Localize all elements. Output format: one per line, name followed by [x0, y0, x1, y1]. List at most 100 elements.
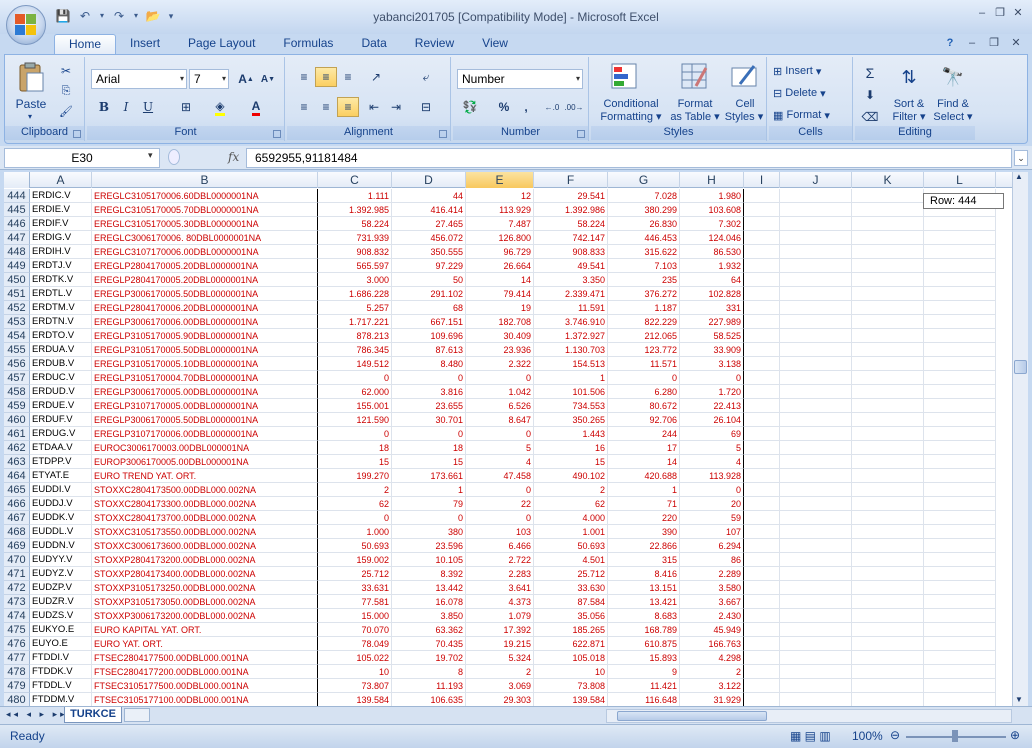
cell-f[interactable]: 1 — [534, 371, 608, 385]
cell-d[interactable]: 70.435 — [392, 637, 466, 651]
cell-c[interactable]: 18 — [318, 441, 392, 455]
cell-b[interactable]: STOXXP2804173400.00DBL000.002NA — [92, 567, 318, 581]
cell-a[interactable]: ERDUD.V — [30, 385, 92, 399]
cell-c[interactable]: 1.111 — [318, 189, 392, 203]
row-header[interactable]: 450 — [4, 273, 30, 287]
cell-k[interactable] — [852, 693, 924, 706]
cell-h[interactable]: 33.909 — [680, 343, 744, 357]
office-button[interactable] — [6, 5, 46, 45]
row-header[interactable]: 473 — [4, 595, 30, 609]
cell-a[interactable]: ERDIC.V — [30, 189, 92, 203]
cell-i[interactable] — [744, 469, 780, 483]
cell-i[interactable] — [744, 665, 780, 679]
cell-e[interactable]: 103 — [466, 525, 534, 539]
cell-f[interactable]: 25.712 — [534, 567, 608, 581]
cell-e[interactable]: 2.322 — [466, 357, 534, 371]
cell-g[interactable]: 244 — [608, 427, 680, 441]
font-name-box[interactable]: Arial ▾ — [91, 69, 187, 89]
cell-h[interactable]: 3.122 — [680, 679, 744, 693]
cell-l[interactable] — [924, 679, 996, 693]
cell-f[interactable]: 185.265 — [534, 623, 608, 637]
cell-g[interactable]: 315.622 — [608, 245, 680, 259]
borders-icon[interactable]: ⊞ — [175, 97, 197, 117]
cell-d[interactable]: 1 — [392, 483, 466, 497]
row-header[interactable]: 471 — [4, 567, 30, 581]
column-header-f[interactable]: F — [534, 172, 608, 188]
cell-e[interactable]: 1.042 — [466, 385, 534, 399]
cell-g[interactable]: 11.421 — [608, 679, 680, 693]
cell-b[interactable]: EREGLP3006170005.50DBL0000001NA — [92, 287, 318, 301]
comma-button[interactable]: , — [515, 97, 537, 117]
cell-a[interactable]: ERDIE.V — [30, 203, 92, 217]
cell-g[interactable]: 0 — [608, 371, 680, 385]
cell-d[interactable]: 456.072 — [392, 231, 466, 245]
cell-e[interactable]: 4.373 — [466, 595, 534, 609]
cell-b[interactable]: FTSEC3105177500.00DBL000.001NA — [92, 679, 318, 693]
cell-i[interactable] — [744, 189, 780, 203]
worksheet-grid[interactable]: ABCDEFGHIJKL 444 ERDIC.V EREGLC3105170006.… — [4, 172, 1012, 706]
cell-h[interactable]: 0 — [680, 483, 744, 497]
row-header[interactable]: 478 — [4, 665, 30, 679]
cell-j[interactable] — [780, 511, 852, 525]
cell-a[interactable]: FTDDK.V — [30, 665, 92, 679]
cell-a[interactable]: EUDDJ.V — [30, 497, 92, 511]
cell-l[interactable] — [924, 581, 996, 595]
cell-f[interactable]: 490.102 — [534, 469, 608, 483]
help-icon[interactable]: ? — [942, 36, 958, 50]
cell-g[interactable]: 8.416 — [608, 567, 680, 581]
cell-e[interactable]: 1.079 — [466, 609, 534, 623]
cell-i[interactable] — [744, 343, 780, 357]
cell-i[interactable] — [744, 329, 780, 343]
cell-k[interactable] — [852, 259, 924, 273]
find-label[interactable]: Find & — [931, 97, 975, 110]
cell-g[interactable]: 446.453 — [608, 231, 680, 245]
font-size-box[interactable]: 7 ▾ — [189, 69, 229, 89]
cell-i[interactable] — [744, 357, 780, 371]
increase-indent-icon[interactable]: ⇥ — [385, 97, 407, 117]
cell-h[interactable]: 3.138 — [680, 357, 744, 371]
cell-c[interactable]: 878.213 — [318, 329, 392, 343]
autosum-icon[interactable]: Σ — [859, 63, 881, 83]
cell-l[interactable] — [924, 469, 996, 483]
cell-k[interactable] — [852, 245, 924, 259]
sheet-navigation-icons[interactable]: ◂◂ ◂ ▸ ▸▸ — [6, 709, 68, 720]
cell-e[interactable]: 126.800 — [466, 231, 534, 245]
cell-g[interactable]: 7.028 — [608, 189, 680, 203]
formula-bar-expand-icon[interactable]: ⌄ — [1014, 150, 1028, 166]
cell-j[interactable] — [780, 455, 852, 469]
cell-e[interactable]: 6.526 — [466, 399, 534, 413]
cell-l[interactable] — [924, 455, 996, 469]
row-header[interactable]: 480 — [4, 693, 30, 706]
cell-f[interactable]: 50.693 — [534, 539, 608, 553]
column-header-d[interactable]: D — [392, 172, 466, 188]
row-header[interactable]: 449 — [4, 259, 30, 273]
cell-g[interactable]: 220 — [608, 511, 680, 525]
cell-e[interactable]: 79.414 — [466, 287, 534, 301]
cell-j[interactable] — [780, 413, 852, 427]
cell-k[interactable] — [852, 427, 924, 441]
column-header-h[interactable]: H — [680, 172, 744, 188]
cell-d[interactable]: 19.702 — [392, 651, 466, 665]
dialog-launcher-icon[interactable] — [273, 130, 281, 138]
cell-i[interactable] — [744, 287, 780, 301]
cell-i[interactable] — [744, 385, 780, 399]
cell-e[interactable]: 2 — [466, 665, 534, 679]
row-header[interactable]: 468 — [4, 525, 30, 539]
formatting-dropdown[interactable]: Formatting ▾ — [591, 110, 671, 124]
horizontal-scrollbar[interactable] — [606, 709, 1012, 723]
cell-g[interactable]: 26.830 — [608, 217, 680, 231]
scroll-down-icon[interactable]: ▼ — [1015, 695, 1023, 704]
restore-icon[interactable]: ❐ — [992, 6, 1008, 20]
cell-e[interactable]: 3.069 — [466, 679, 534, 693]
cell-g[interactable]: 11.571 — [608, 357, 680, 371]
cell-a[interactable]: ERDTM.V — [30, 301, 92, 315]
dialog-launcher-icon[interactable] — [439, 130, 447, 138]
cell-i[interactable] — [744, 693, 780, 706]
cell-j[interactable] — [780, 329, 852, 343]
format-painter-icon[interactable]: 🖌 — [57, 103, 75, 119]
cell-a[interactable]: ERDTO.V — [30, 329, 92, 343]
decrease-decimal-icon[interactable]: .00→ — [563, 97, 585, 117]
cell-l[interactable] — [924, 427, 996, 441]
row-header[interactable]: 454 — [4, 329, 30, 343]
cell-b[interactable]: EURO KAPITAL YAT. ORT. — [92, 623, 318, 637]
